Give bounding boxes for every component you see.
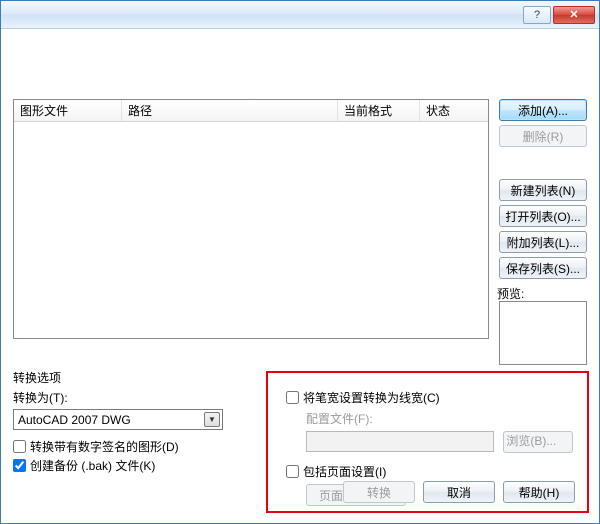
convert-button: 转换 bbox=[343, 481, 415, 503]
convert-to-combo[interactable]: AutoCAD 2007 DWG ▼ bbox=[13, 409, 223, 430]
remove-button: 删除(R) bbox=[499, 125, 587, 147]
file-list[interactable]: 图形文件 路径 当前格式 状态 bbox=[13, 99, 489, 339]
help-button[interactable]: ? bbox=[523, 6, 551, 24]
title-bar: ? ✕ bbox=[1, 1, 599, 29]
add-button[interactable]: 添加(A)... bbox=[499, 99, 587, 121]
convert-to-label: 转换为(T): bbox=[13, 389, 253, 406]
cancel-button[interactable]: 取消 bbox=[423, 481, 495, 503]
signed-label: 转换带有数字签名的图形(D) bbox=[30, 438, 179, 455]
include-page-checkbox[interactable] bbox=[286, 465, 299, 478]
client-area: 图形文件 路径 当前格式 状态 添加(A)... 删除(R) 新建列表(N) 打… bbox=[1, 29, 599, 523]
col-format[interactable]: 当前格式 bbox=[338, 100, 420, 121]
backup-checkbox-row[interactable]: 创建备份 (.bak) 文件(K) bbox=[13, 457, 253, 474]
penwidth-label: 将笔宽设置转换为线宽(C) bbox=[303, 389, 440, 406]
include-page-label: 包括页面设置(I) bbox=[303, 463, 386, 480]
new-list-button[interactable]: 新建列表(N) bbox=[499, 179, 587, 201]
open-list-button[interactable]: 打开列表(O)... bbox=[499, 205, 587, 227]
convert-to-value: AutoCAD 2007 DWG bbox=[18, 413, 131, 427]
col-status[interactable]: 状态 bbox=[420, 100, 488, 121]
preview-box bbox=[499, 301, 587, 365]
file-list-header: 图形文件 路径 当前格式 状态 bbox=[14, 100, 488, 122]
config-file-input bbox=[306, 431, 494, 452]
help-footer-button[interactable]: 帮助(H) bbox=[503, 481, 575, 503]
highlighted-settings: 将笔宽设置转换为线宽(C) 配置文件(F): 浏览(B)... 包括页面设置(I… bbox=[266, 371, 589, 513]
convert-options: 转换选项 转换为(T): AutoCAD 2007 DWG ▼ 转换带有数字签名… bbox=[13, 369, 253, 476]
side-buttons: 添加(A)... 删除(R) 新建列表(N) 打开列表(O)... 附加列表(L… bbox=[499, 99, 587, 279]
chevron-down-icon[interactable]: ▼ bbox=[204, 412, 220, 427]
penwidth-checkbox[interactable] bbox=[286, 391, 299, 404]
config-file-label: 配置文件(F): bbox=[306, 410, 575, 427]
browse-button: 浏览(B)... bbox=[503, 431, 573, 453]
save-list-button[interactable]: 保存列表(S)... bbox=[499, 257, 587, 279]
convert-options-label: 转换选项 bbox=[13, 369, 253, 386]
backup-label: 创建备份 (.bak) 文件(K) bbox=[30, 457, 155, 474]
penwidth-checkbox-row[interactable]: 将笔宽设置转换为线宽(C) bbox=[286, 389, 575, 406]
col-path[interactable]: 路径 bbox=[122, 100, 338, 121]
close-button[interactable]: ✕ bbox=[553, 6, 595, 24]
signed-checkbox-row[interactable]: 转换带有数字签名的图形(D) bbox=[13, 438, 253, 455]
dialog-window: ? ✕ 图形文件 路径 当前格式 状态 添加(A)... 删除(R) 新建列表(… bbox=[0, 0, 600, 524]
append-list-button[interactable]: 附加列表(L)... bbox=[499, 231, 587, 253]
footer-buttons: 转换 取消 帮助(H) bbox=[343, 481, 575, 503]
col-file[interactable]: 图形文件 bbox=[14, 100, 122, 121]
include-page-checkbox-row[interactable]: 包括页面设置(I) bbox=[286, 463, 575, 480]
backup-checkbox[interactable] bbox=[13, 459, 26, 472]
preview-label: 预览: bbox=[497, 285, 587, 302]
signed-checkbox[interactable] bbox=[13, 440, 26, 453]
